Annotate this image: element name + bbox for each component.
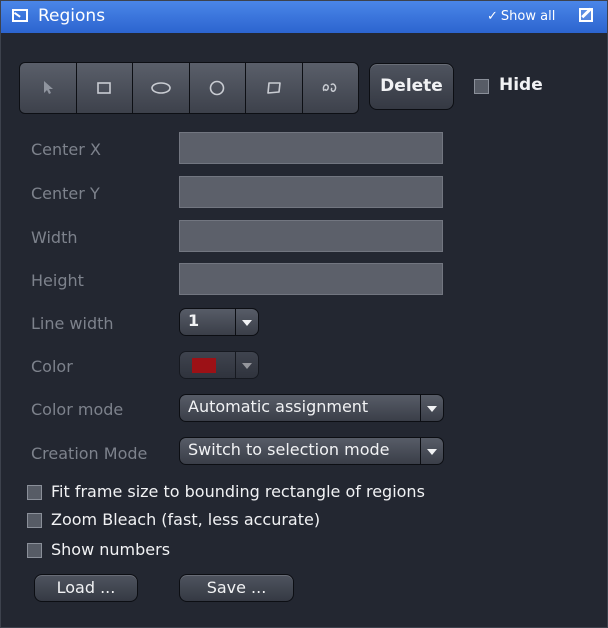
chevron-down-icon bbox=[420, 438, 443, 464]
creation-mode-select[interactable]: Switch to selection mode bbox=[179, 437, 444, 465]
arrow-pointer-icon bbox=[43, 81, 53, 94]
zoom-bleach-checkbox[interactable] bbox=[27, 513, 42, 528]
color-select[interactable] bbox=[179, 351, 259, 379]
width-field[interactable] bbox=[179, 220, 443, 252]
line-width-select[interactable]: 1 bbox=[179, 308, 259, 336]
hide-label: Hide bbox=[499, 75, 543, 95]
freehand-icon bbox=[323, 83, 337, 92]
hide-checkbox[interactable] bbox=[474, 79, 489, 94]
show-all-toggle[interactable]: ✓ Show all bbox=[487, 9, 555, 24]
fit-frame-label: Fit frame size to bounding rectangle of … bbox=[51, 482, 425, 501]
height-label: Height bbox=[31, 271, 84, 290]
load-button[interactable]: Load ... bbox=[34, 574, 138, 602]
circle-tool[interactable] bbox=[189, 63, 246, 113]
panel-header[interactable]: Regions ✓ Show all bbox=[1, 1, 607, 33]
arrow-pointer-tool[interactable] bbox=[20, 63, 77, 113]
zoom-bleach-label: Zoom Bleach (fast, less accurate) bbox=[51, 510, 321, 529]
chevron-down-icon bbox=[235, 352, 258, 378]
fit-frame-checkbox[interactable] bbox=[27, 485, 42, 500]
color-mode-value: Automatic assignment bbox=[188, 397, 369, 416]
line-width-label: Line width bbox=[31, 314, 114, 333]
chevron-down-icon bbox=[420, 395, 443, 421]
region-tool-group bbox=[19, 62, 359, 114]
color-label: Color bbox=[31, 357, 73, 376]
show-all-label: Show all bbox=[500, 9, 556, 24]
save-button[interactable]: Save ... bbox=[179, 574, 294, 602]
center-x-field[interactable] bbox=[179, 132, 443, 164]
circle-icon bbox=[209, 80, 225, 96]
chevron-down-icon bbox=[235, 309, 258, 335]
ellipse-icon bbox=[150, 82, 171, 94]
closed-bezier-icon bbox=[266, 82, 281, 94]
color-mode-label: Color mode bbox=[31, 400, 124, 419]
panel-title: Regions bbox=[38, 6, 106, 26]
freehand-tool[interactable] bbox=[302, 63, 358, 113]
check-icon: ✓ bbox=[487, 9, 498, 24]
collapse-icon[interactable] bbox=[12, 9, 28, 22]
creation-mode-label: Creation Mode bbox=[31, 444, 148, 463]
color-mode-select[interactable]: Automatic assignment bbox=[179, 394, 444, 422]
edit-icon[interactable] bbox=[579, 8, 593, 22]
show-numbers-checkbox[interactable] bbox=[27, 543, 42, 558]
center-y-label: Center Y bbox=[31, 184, 100, 203]
show-numbers-label: Show numbers bbox=[51, 540, 171, 559]
regions-panel: Regions ✓ Show all Delete Hide Center X … bbox=[0, 0, 608, 628]
closed-bezier-tool[interactable] bbox=[246, 63, 303, 113]
center-y-field[interactable] bbox=[179, 176, 443, 208]
rectangle-icon bbox=[97, 82, 112, 94]
creation-mode-value: Switch to selection mode bbox=[188, 440, 390, 459]
delete-button[interactable]: Delete bbox=[369, 63, 454, 110]
height-field[interactable] bbox=[179, 263, 443, 295]
ellipse-tool[interactable] bbox=[133, 63, 190, 113]
line-width-value: 1 bbox=[188, 311, 200, 330]
center-x-label: Center X bbox=[31, 140, 101, 159]
color-swatch bbox=[192, 358, 216, 373]
rectangle-tool[interactable] bbox=[76, 63, 133, 113]
width-label: Width bbox=[31, 228, 78, 247]
